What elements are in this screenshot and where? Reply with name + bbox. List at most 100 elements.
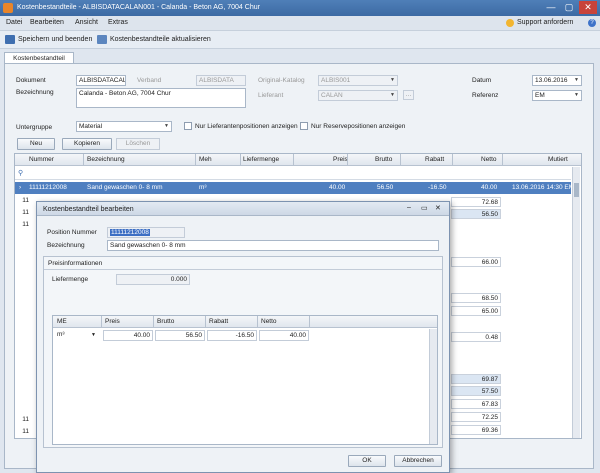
maximize-button[interactable]: ▢ xyxy=(560,1,578,14)
grid-header: Nummer Bezeichnung Meh Liefermenge Preis… xyxy=(15,154,581,166)
dialog-title-bar: Kostenbestandteil bearbeiten – ▭ ✕ xyxy=(37,202,449,216)
refresh-icon xyxy=(97,35,107,44)
lieferant-label: Lieferant xyxy=(258,92,284,99)
col-me[interactable]: ME xyxy=(57,318,67,325)
referenz-select[interactable]: EM ▼ xyxy=(532,90,582,101)
menu-bearbeiten[interactable]: Bearbeiten xyxy=(30,19,64,26)
katalog-label: Original-Katalog xyxy=(258,77,305,84)
row-prefix: 11 xyxy=(22,209,29,216)
nur-reserve-checkbox[interactable] xyxy=(300,122,308,130)
dialog-bezeichnung-input[interactable]: Sand gewaschen 0- 8 mm xyxy=(107,240,439,251)
col-dialog-rabatt[interactable]: Rabatt xyxy=(209,318,228,325)
netto-value: 69.87 xyxy=(481,376,498,383)
netto-cell: 69.87 xyxy=(451,374,501,384)
col-separator xyxy=(309,316,310,328)
netto-value: 56.50 xyxy=(481,211,498,218)
datum-input[interactable]: 13.06.2016 ▼ xyxy=(532,75,582,86)
cancel-button[interactable]: Abbrechen xyxy=(394,455,442,467)
dialog-brutto-input[interactable]: 56.50 xyxy=(155,330,205,341)
row-prefix: 11 xyxy=(22,428,29,435)
col-separator xyxy=(240,154,241,166)
table-row-selected[interactable]: › 11111212008 Sand gewaschen 0- 8 mm m³ … xyxy=(15,182,574,194)
chevron-down-icon: ▼ xyxy=(390,92,395,98)
col-liefermenge[interactable]: Liefermenge xyxy=(243,156,279,163)
preis-table-header: ME Preis Brutto Rabatt Netto xyxy=(53,316,437,328)
netto-cell: 65.00 xyxy=(451,306,501,316)
chevron-down-icon: ▼ xyxy=(574,92,579,98)
verband-input[interactable]: ALBISDATA xyxy=(196,75,246,86)
dialog-close-button[interactable]: ✕ xyxy=(435,204,441,212)
title-bar: Kostenbestandteile - ALBISDATACALAN001 -… xyxy=(0,0,600,16)
refresh-components-button[interactable]: Kostenbestandteile aktualisieren xyxy=(110,36,211,43)
neu-button[interactable]: Neu xyxy=(17,138,55,150)
dialog-preis-input[interactable]: 40.00 xyxy=(103,330,153,341)
liefermenge-input[interactable]: 0.000 xyxy=(116,274,190,285)
menu-datei[interactable]: Datei xyxy=(6,19,22,26)
col-dialog-netto[interactable]: Netto xyxy=(261,318,277,325)
col-mutiert[interactable]: Mutiert xyxy=(548,156,568,163)
row-indicator-icon: › xyxy=(19,184,22,191)
save-and-close-button[interactable]: Speichern und beenden xyxy=(18,36,92,43)
verband-label: Verband xyxy=(137,77,162,84)
untergruppe-select[interactable]: Material ▼ xyxy=(76,121,172,132)
dialog-minimize-button[interactable]: – xyxy=(407,204,411,211)
untergruppe-label: Untergruppe xyxy=(16,124,53,131)
me-select[interactable]: m³ ▼ xyxy=(54,330,102,341)
col-separator xyxy=(153,316,154,328)
datum-label: Datum xyxy=(472,77,492,84)
col-preis[interactable]: Preis xyxy=(333,156,348,163)
grid-scrollbar[interactable] xyxy=(572,167,580,438)
col-dialog-brutto[interactable]: Brutto xyxy=(157,318,174,325)
menu-ansicht[interactable]: Ansicht xyxy=(75,19,98,26)
cell-netto: 40.00 xyxy=(481,184,498,191)
dialog-bezeichnung-label: Bezeichnung xyxy=(47,242,85,249)
dialog-maximize-button[interactable]: ▭ xyxy=(421,204,428,212)
dialog-rabatt-input[interactable]: -16.50 xyxy=(207,330,257,341)
minimize-button[interactable]: — xyxy=(542,1,560,14)
netto-value: 66.00 xyxy=(481,259,498,266)
col-netto[interactable]: Netto xyxy=(481,156,497,163)
support-link[interactable]: Support anfordern xyxy=(517,19,573,26)
dokument-input[interactable]: ALBISDATACALAN xyxy=(76,75,126,86)
col-bezeichnung[interactable]: Bezeichnung xyxy=(87,156,125,163)
filter-icon[interactable]: ⚲ xyxy=(18,169,23,177)
netto-cell: 72.25 xyxy=(451,412,501,422)
col-separator xyxy=(502,154,503,166)
referenz-label: Referenz xyxy=(472,92,499,99)
col-separator xyxy=(101,316,102,328)
menu-extras[interactable]: Extras xyxy=(108,19,128,26)
col-dialog-preis[interactable]: Preis xyxy=(105,318,120,325)
netto-cell: 57.50 xyxy=(451,386,501,396)
position-value: 11111212008 xyxy=(110,229,150,236)
close-button[interactable]: ✕ xyxy=(579,1,597,14)
col-rabatt[interactable]: Rabatt xyxy=(425,156,444,163)
col-meh[interactable]: Meh xyxy=(199,156,212,163)
col-nummer[interactable]: Nummer xyxy=(29,156,54,163)
save-icon xyxy=(5,35,15,44)
col-brutto[interactable]: Brutto xyxy=(375,156,392,163)
row-prefix: 11 xyxy=(22,221,29,228)
scroll-thumb[interactable] xyxy=(574,183,579,197)
row-prefix: 11 xyxy=(22,197,29,204)
loeschen-button[interactable]: Löschen xyxy=(116,138,160,150)
nur-lieferanten-label: Nur Lieferantenpositionen anzeigen xyxy=(195,123,298,130)
help-icon[interactable]: ? xyxy=(588,19,596,27)
ok-button[interactable]: OK xyxy=(348,455,386,467)
nur-lieferanten-checkbox[interactable] xyxy=(184,122,192,130)
lieferant-browse-button[interactable]: … xyxy=(403,90,414,100)
dialog-netto-input[interactable]: 40.00 xyxy=(259,330,309,341)
position-input[interactable]: 11111212008 xyxy=(107,227,185,238)
row-prefix: 11 xyxy=(22,416,29,423)
preisinformationen-group: Preisinformationen Liefermenge 0.000 ME … xyxy=(43,256,443,448)
bezeichnung-input[interactable]: Calanda - Beton AG, 7004 Chur xyxy=(76,88,246,108)
col-separator xyxy=(293,154,294,166)
cell-preis: 40.00 xyxy=(329,184,346,191)
liefermenge-label: Liefermenge xyxy=(52,276,89,283)
preis-table-scrollbar[interactable] xyxy=(429,329,437,444)
kopieren-button[interactable]: Kopieren xyxy=(62,138,112,150)
edit-dialog: Kostenbestandteil bearbeiten – ▭ ✕ Posit… xyxy=(36,201,450,473)
katalog-select[interactable]: ALBIS001 ▼ xyxy=(318,75,398,86)
cell-bezeichnung: Sand gewaschen 0- 8 mm xyxy=(87,184,163,191)
nur-reserve-label: Nur Reservepositionen anzeigen xyxy=(311,123,406,130)
lieferant-select[interactable]: CALAN ▼ xyxy=(318,90,398,101)
